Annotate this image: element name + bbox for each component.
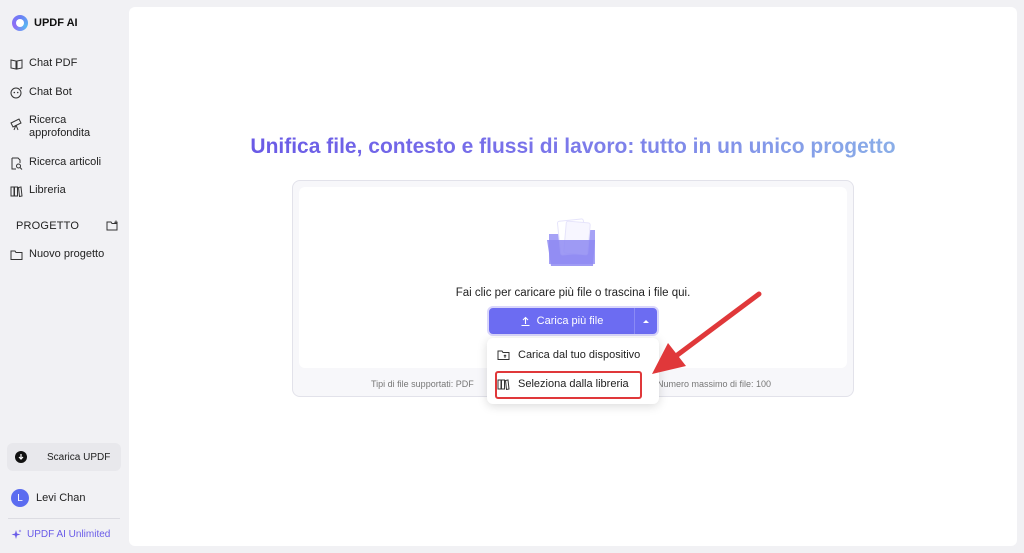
annotation-arrow-icon <box>652 291 762 374</box>
